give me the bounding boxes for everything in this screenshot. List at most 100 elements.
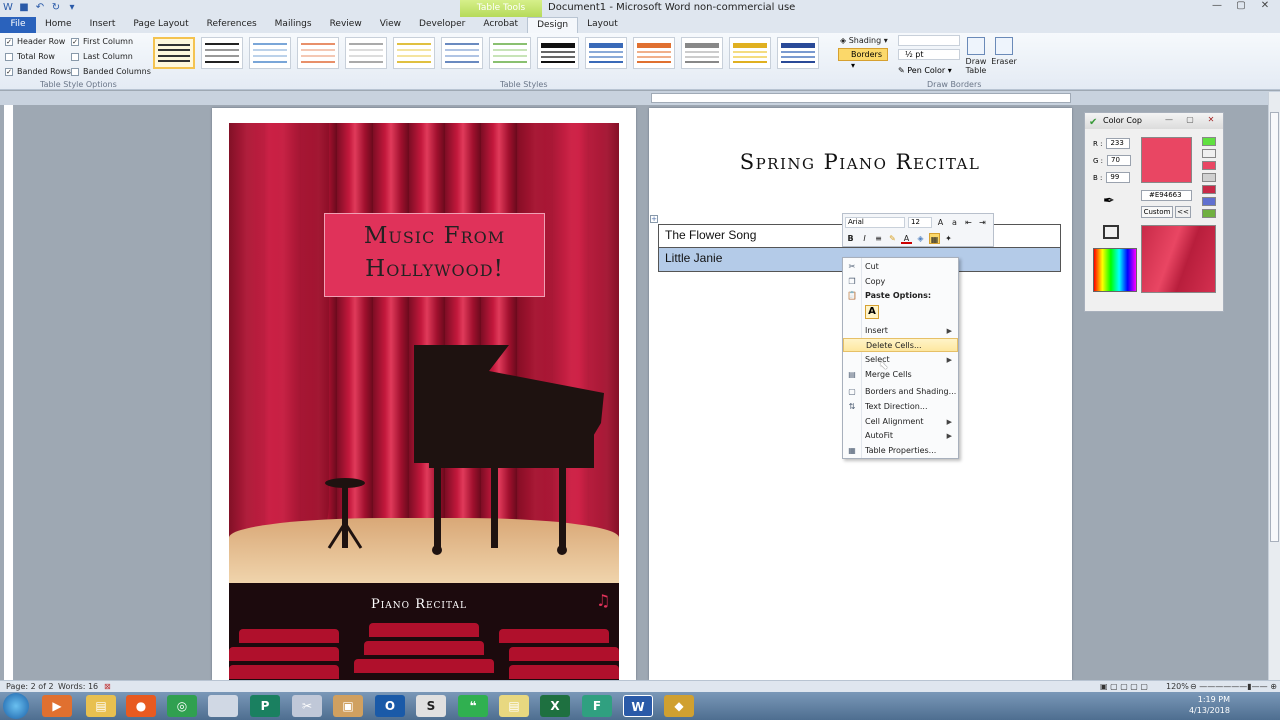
tab-developer[interactable]: Developer [410,17,474,33]
draw-table-button[interactable]: Draw Table [963,37,989,75]
outlook-icon[interactable]: O [375,695,405,717]
borders-button[interactable]: Borders ▾ [838,48,888,70]
total-row-option[interactable]: Total Row [5,52,55,61]
tab-view[interactable]: View [371,17,410,33]
tab-home[interactable]: Home [36,17,81,33]
page-count[interactable]: Page: 2 of 2 [6,682,54,691]
table-style-swatch[interactable] [201,37,243,69]
table-style-swatch[interactable] [345,37,387,69]
history-swatch[interactable] [1202,137,1216,146]
zoom-slider[interactable]: ⊖ ——————▮—— ⊕ [1190,682,1277,691]
menu-item-select[interactable]: Select ▶ [843,353,958,367]
hangouts-icon[interactable]: ❝ [458,695,488,717]
folder-icon[interactable]: ▤ [499,695,529,717]
close-button[interactable]: ✕ [1254,0,1276,13]
history-swatch[interactable] [1202,185,1216,194]
table-style-swatch[interactable] [681,37,723,69]
banded-columns-option[interactable]: Banded Columns [71,67,151,76]
menu-item-borders-shading[interactable]: ▢ Borders and Shading... [843,385,958,399]
word-taskbar-icon[interactable]: W [623,695,653,717]
chrome-icon[interactable]: ◎ [167,695,197,717]
app-icon[interactable]: ▣ [333,695,363,717]
shrink-font-icon[interactable]: a [949,217,960,228]
shading-icon[interactable]: ◈ [915,233,926,244]
menu-item-insert[interactable]: Insert ▶ [843,324,958,338]
system-tray-clock[interactable]: 1:19 PM 4/13/2018 [1189,694,1230,716]
center-align-icon[interactable]: ≡ [873,233,884,244]
undo-icon[interactable]: ↶ [34,1,46,14]
document-icon[interactable] [208,695,238,717]
menu-item-delete-cells[interactable]: Delete Cells... [843,338,958,352]
proofing-icon[interactable]: ⊠ [104,682,111,691]
menu-item-table-properties[interactable]: ▦ Table Properties... [843,444,958,458]
menu-item-autofit[interactable]: AutoFit ▶ [843,429,958,443]
table-style-swatch[interactable] [441,37,483,69]
colorcop-maximize-button[interactable]: ▢ [1180,114,1200,126]
custom-button[interactable]: Custom [1141,206,1173,218]
vertical-scrollbar[interactable] [1268,92,1280,680]
save-icon[interactable]: ■ [18,1,30,14]
increase-indent-icon[interactable]: ⇥ [977,217,988,228]
customize-icon[interactable]: ▾ [66,1,78,14]
last-column-option[interactable]: Last Column [71,52,133,61]
menu-item-cell-alignment[interactable]: Cell Alignment ▶ [843,415,958,429]
shading-button[interactable]: ◈ Shading ▾ [840,36,888,45]
poster-title-box[interactable]: Music From Hollywood! [324,213,545,297]
font-color-icon[interactable]: A [901,233,912,244]
red-value[interactable]: 233 [1106,138,1131,149]
blue-value[interactable]: 99 [1106,172,1131,183]
format-painter-icon[interactable]: ✦ [943,233,954,244]
table-style-swatch[interactable] [489,37,531,69]
menu-item-cut[interactable]: ✂ Cut [843,260,958,274]
zoom-level[interactable]: 120% [1166,682,1189,691]
history-swatch[interactable] [1202,173,1216,182]
borders-icon[interactable]: ▦ [929,232,940,244]
table-style-swatch[interactable] [249,37,291,69]
menu-item-merge-cells[interactable]: ▤ Merge Cells [843,368,958,382]
menu-item-copy[interactable]: ❐ Copy [843,275,958,289]
start-button[interactable] [3,693,29,719]
paste-keep-text-icon[interactable]: A [865,305,879,319]
colorcop-taskbar-icon[interactable]: ◆ [664,695,694,717]
banded-rows-option[interactable]: ✓ Banded Rows [5,67,71,76]
tab-references[interactable]: References [198,17,266,33]
decrease-indent-icon[interactable]: ⇤ [963,217,974,228]
tab-mailings[interactable]: Mailings [266,17,321,33]
magnifier-icon[interactable] [1103,225,1119,239]
table-style-swatch[interactable] [393,37,435,69]
tab-insert[interactable]: Insert [81,17,125,33]
expand-button[interactable]: << [1175,206,1191,218]
horizontal-ruler[interactable] [651,93,1071,103]
snipping-tool-icon[interactable]: ✂ [292,695,322,717]
colorcop-minimize-button[interactable]: — [1159,114,1179,126]
firefox-icon[interactable]: ● [126,695,156,717]
tab-layout[interactable]: Layout [578,17,627,33]
table-style-swatch[interactable] [633,37,675,69]
tab-review[interactable]: Review [321,17,371,33]
file-explorer-icon[interactable]: ▤ [86,695,116,717]
tab-acrobat[interactable]: Acrobat [474,17,527,33]
table-style-swatch[interactable] [297,37,339,69]
table-style-swatch[interactable] [537,37,579,69]
redo-icon[interactable]: ↻ [50,1,62,14]
table-move-handle-icon[interactable]: + [650,215,658,223]
menu-item-text-direction[interactable]: ⇅ Text Direction... [843,400,958,414]
maximize-button[interactable]: ▢ [1230,0,1252,13]
eraser-button[interactable]: Eraser [991,37,1017,66]
eyedropper-icon[interactable]: ✒ [1103,193,1115,209]
history-swatch[interactable] [1202,149,1216,158]
view-buttons[interactable]: ▣ ▢ ▢ ▢ ▢ [1100,682,1148,691]
italic-icon[interactable]: I [859,233,870,244]
history-swatch[interactable] [1202,161,1216,170]
tab-page-layout[interactable]: Page Layout [124,17,197,33]
word-count[interactable]: Words: 16 [58,682,98,691]
vertical-ruler[interactable] [4,105,14,680]
tab-design[interactable]: Design [527,17,579,33]
history-swatch[interactable] [1202,209,1216,218]
table-style-swatch[interactable] [777,37,819,69]
font-name-field[interactable]: Arial [845,216,905,228]
green-value[interactable]: 70 [1107,155,1132,166]
app-f-icon[interactable]: F [582,695,612,717]
history-swatch[interactable] [1202,197,1216,206]
first-column-option[interactable]: ✓ First Column [71,37,133,46]
